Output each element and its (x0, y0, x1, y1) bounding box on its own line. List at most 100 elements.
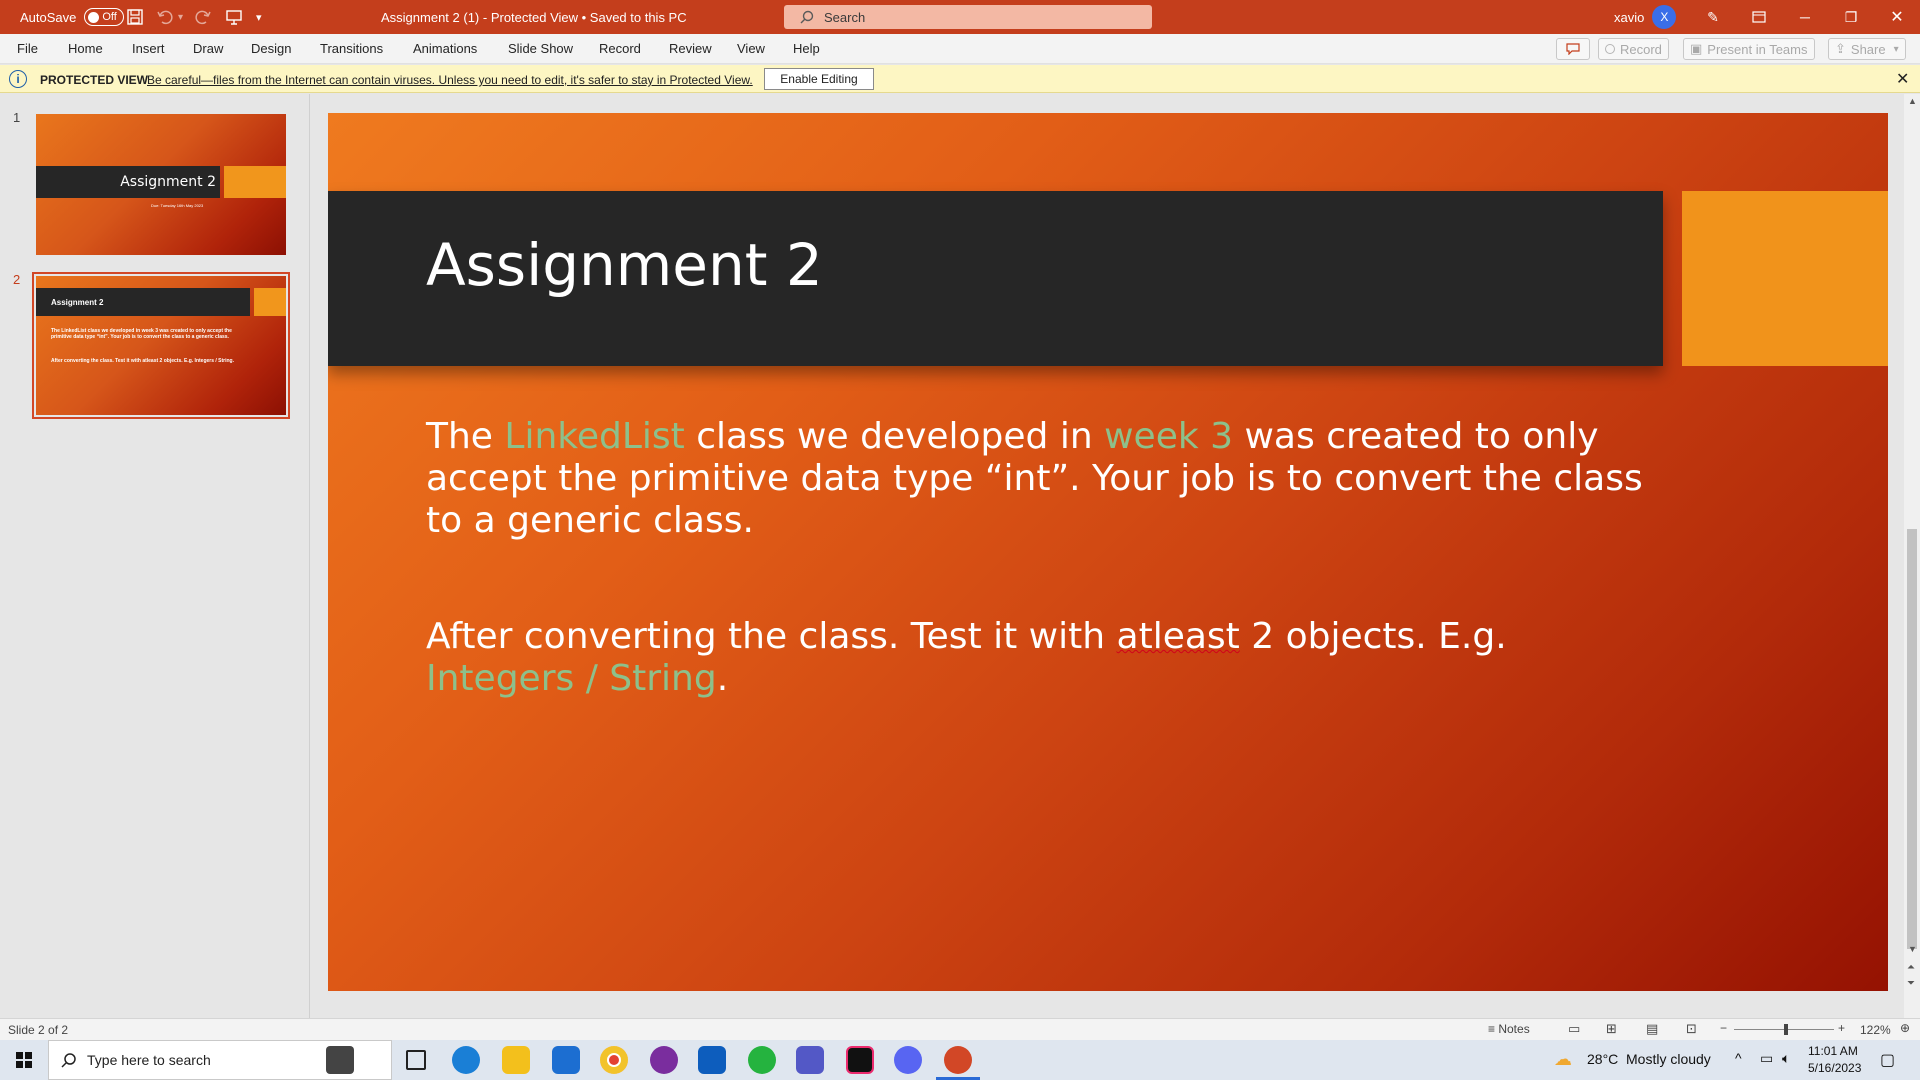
intellij-icon[interactable] (846, 1046, 874, 1074)
thumb-title: Assignment 2 (120, 174, 216, 190)
restore-icon[interactable]: ❐ (1828, 0, 1874, 34)
account-area[interactable]: xavio X (1614, 0, 1677, 34)
menu-review[interactable]: Review (669, 41, 712, 56)
thumb-body-2: After converting the class. Test it with… (51, 358, 235, 364)
slide-title[interactable]: Assignment 2 (426, 231, 823, 299)
clock-date[interactable]: 5/16/2023 (1808, 1061, 1861, 1075)
customize-toolbar-icon[interactable]: ▾ (256, 0, 262, 34)
windows-start-icon[interactable] (0, 1040, 48, 1080)
notes-button[interactable]: ≡ Notes (1488, 1022, 1530, 1036)
present-in-teams-button[interactable]: ▣ Present in Teams (1683, 38, 1815, 60)
protected-view-message[interactable]: Be careful—files from the Internet can c… (147, 73, 753, 87)
menu-slide-show[interactable]: Slide Show (508, 41, 573, 56)
slide-sorter-icon[interactable]: ⊞ (1606, 1021, 1617, 1037)
scroll-thumb[interactable] (1907, 529, 1917, 949)
show-hidden-icons[interactable]: ^ (1735, 1050, 1742, 1066)
share-icon: ⇪ (1835, 41, 1846, 56)
thumb-body-1: The LinkedList class we developed in wee… (51, 328, 232, 340)
comments-button[interactable] (1556, 38, 1590, 60)
autosave-label: AutoSave (20, 9, 77, 25)
slide-thumbnail-2[interactable]: Assignment 2 The LinkedList class we dev… (36, 276, 286, 415)
title-bar: AutoSave Off ▾ ▾ Assignment 2 (1) - Prot… (0, 0, 1920, 34)
menu-transitions[interactable]: Transitions (320, 41, 383, 56)
record-button[interactable]: Record (1598, 38, 1669, 60)
search-input[interactable]: Search (784, 5, 1152, 29)
zoom-level[interactable]: 122% (1860, 1023, 1891, 1037)
menu-design[interactable]: Design (251, 41, 291, 56)
previous-slide-icon[interactable]: ⏶ (1907, 962, 1915, 973)
camera-app-icon[interactable] (326, 1046, 354, 1074)
powerpoint-icon[interactable] (944, 1046, 972, 1074)
minimize-icon[interactable]: ─ (1782, 0, 1828, 34)
menu-help[interactable]: Help (793, 41, 820, 56)
zoom-out-icon[interactable]: − (1720, 1021, 1727, 1035)
vertical-scrollbar[interactable]: ▲ ▼ ⏶ ⏷ (1904, 94, 1920, 1018)
slide-number: 1 (13, 110, 21, 125)
slide-canvas[interactable]: Assignment 2 The LinkedList class we dev… (328, 113, 1888, 991)
slide-number: 2 (13, 272, 21, 287)
avatar[interactable]: X (1652, 5, 1677, 29)
menu-record[interactable]: Record (599, 41, 641, 56)
menu-home[interactable]: Home (68, 41, 103, 56)
scroll-down-icon[interactable]: ▼ (1908, 944, 1917, 954)
autosave-control[interactable]: AutoSave Off (20, 0, 125, 34)
menu-animations[interactable]: Animations (413, 41, 477, 56)
close-icon[interactable]: ✕ (1874, 0, 1920, 34)
menu-bar: File Home Insert Draw Design Transitions… (0, 34, 1920, 64)
taskbar: Type here to search ☁ 28°C Mostly cloudy… (0, 1040, 1920, 1080)
reading-view-icon[interactable]: ▤ (1646, 1021, 1658, 1037)
save-icon[interactable] (126, 0, 144, 34)
protected-view-bar: i PROTECTED VIEW Be careful—files from t… (0, 65, 1920, 93)
discord-icon[interactable] (894, 1046, 922, 1074)
undo-icon[interactable] (156, 0, 174, 34)
weather-text[interactable]: Mostly cloudy (1626, 1051, 1711, 1067)
search-icon (61, 1053, 76, 1068)
info-icon: i (9, 70, 27, 88)
edge-icon[interactable] (452, 1046, 480, 1074)
present-from-start-icon[interactable] (225, 0, 243, 34)
chrome-icon[interactable] (600, 1046, 628, 1074)
protected-view-title: PROTECTED VIEW (40, 73, 149, 87)
whatsapp-icon[interactable] (748, 1046, 776, 1074)
notifications-icon[interactable]: ▢ (1880, 1050, 1895, 1070)
zoom-slider-handle[interactable] (1784, 1024, 1788, 1035)
temperature[interactable]: 28°C (1587, 1051, 1618, 1067)
user-name: xavio (1614, 9, 1645, 25)
menu-file[interactable]: File (17, 41, 38, 56)
task-view-icon[interactable] (406, 1050, 426, 1070)
comment-icon (1566, 43, 1580, 55)
slide-body[interactable]: The LinkedList class we developed in wee… (426, 416, 1656, 700)
slideshow-icon[interactable]: ⊡ (1686, 1021, 1697, 1037)
menu-draw[interactable]: Draw (193, 41, 223, 56)
teams-app-icon[interactable] (796, 1046, 824, 1074)
share-button[interactable]: ⇪ Share ▾ (1828, 38, 1906, 60)
status-bar: Slide 2 of 2 ≡ Notes ▭ ⊞ ▤ ⊡ − + 122% ⊕ (0, 1018, 1920, 1040)
store-icon[interactable] (698, 1046, 726, 1074)
close-icon[interactable]: ✕ (1896, 69, 1909, 89)
teams-icon: ▣ (1690, 41, 1703, 56)
weather-icon[interactable]: ☁ (1554, 1049, 1572, 1070)
autosave-toggle[interactable]: Off (84, 8, 125, 26)
enable-editing-button[interactable]: Enable Editing (764, 68, 874, 90)
clock-time[interactable]: 11:01 AM (1808, 1044, 1858, 1058)
scroll-up-icon[interactable]: ▲ (1908, 96, 1917, 106)
undo-dropdown-icon[interactable]: ▾ (178, 0, 183, 34)
zoom-in-icon[interactable]: + (1838, 1021, 1845, 1035)
ribbon-display-icon[interactable] (1736, 0, 1782, 34)
slide-thumbnail-1[interactable]: Assignment 2 Due: Tuesday 16th May 2023 (36, 114, 286, 255)
mail-icon[interactable] (552, 1046, 580, 1074)
redo-icon[interactable] (194, 0, 212, 34)
search-placeholder: Search (824, 9, 866, 25)
volume-icon[interactable]: 🔈︎ (1782, 1050, 1790, 1067)
network-icon[interactable]: ▭ (1760, 1050, 1773, 1067)
menu-view[interactable]: View (737, 41, 765, 56)
file-explorer-icon[interactable] (502, 1046, 530, 1074)
taskbar-search-placeholder: Type here to search (87, 1052, 211, 1068)
next-slide-icon[interactable]: ⏷ (1907, 978, 1915, 989)
menu-insert[interactable]: Insert (132, 41, 165, 56)
chevron-down-icon: ▾ (1893, 43, 1899, 55)
media-app-icon[interactable] (650, 1046, 678, 1074)
fit-to-window-icon[interactable]: ⊕ (1900, 1021, 1910, 1035)
normal-view-icon[interactable]: ▭ (1568, 1021, 1580, 1037)
pen-icon[interactable]: ✎ (1690, 0, 1736, 34)
